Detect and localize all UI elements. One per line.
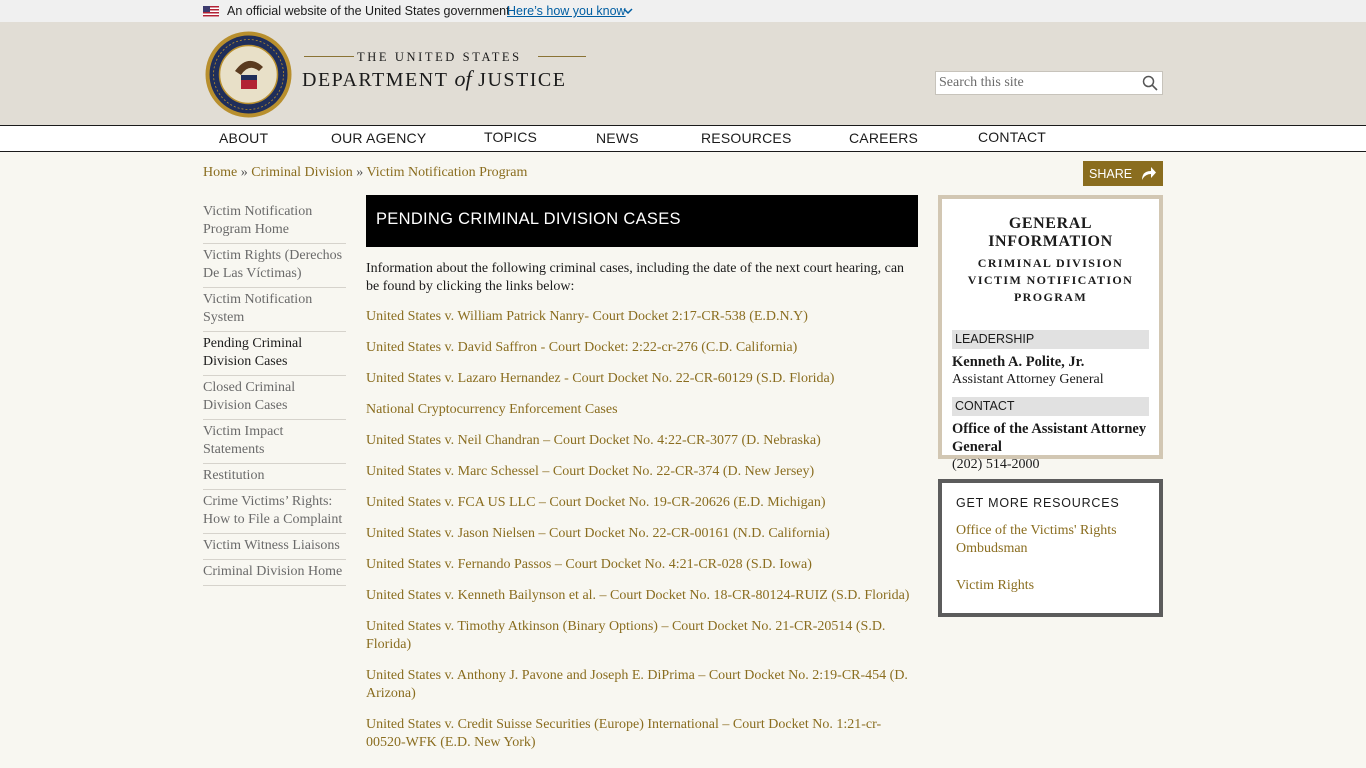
heres-how-you-know-link[interactable]: Here’s how you know: [507, 4, 626, 18]
nav-contact[interactable]: CONTACT: [978, 129, 1046, 145]
resource-link-ombudsman[interactable]: Office of the Victims' Rights Ombudsman: [956, 522, 1149, 558]
case-list: United States v. William Patrick Nanry- …: [366, 308, 918, 752]
case-link[interactable]: United States v. Marc Schessel – Court D…: [366, 463, 918, 481]
resource-link-victim-rights[interactable]: Victim Rights: [956, 577, 1149, 595]
sidebar-item-restitution[interactable]: Restitution: [203, 464, 346, 490]
leader-role: Assistant Attorney General: [952, 372, 1104, 387]
case-link[interactable]: United States v. FCA US LLC – Court Dock…: [366, 494, 918, 512]
breadcrumb-separator: »: [356, 165, 364, 180]
wordmark-justice: JUSTICE: [471, 69, 567, 91]
leadership-label: LEADERSHIP: [952, 330, 1149, 349]
case-link[interactable]: United States v. Neil Chandran – Court D…: [366, 432, 918, 450]
case-link[interactable]: National Cryptocurrency Enforcement Case…: [366, 401, 918, 419]
doj-seal-logo[interactable]: [205, 31, 292, 118]
case-link[interactable]: United States v. Jason Nielsen – Court D…: [366, 525, 918, 543]
contact-phone: (202) 514-2000: [952, 457, 1040, 472]
breadcrumb-criminal-division[interactable]: Criminal Division: [251, 165, 353, 180]
info-box-subtitle: CRIMINAL DIVISION VICTIM NOTIFICATION PR…: [967, 256, 1134, 304]
info-box-title: GENERAL INFORMATION: [988, 215, 1113, 250]
case-link[interactable]: United States v. Credit Suisse Securitie…: [366, 716, 918, 752]
sidebar-item-victim-notification-program-home[interactable]: Victim Notification Program Home: [203, 200, 346, 244]
nav-careers[interactable]: CAREERS: [849, 130, 918, 146]
breadcrumb: Home » Criminal Division » Victim Notifi…: [203, 165, 527, 181]
case-link[interactable]: United States v. Lazaro Hernandez - Cour…: [366, 370, 918, 388]
contact-label: CONTACT: [952, 397, 1149, 416]
case-link[interactable]: United States v. David Saffron - Court D…: [366, 339, 918, 357]
contact-office-name: Office of the Assistant Attorney General: [952, 421, 1147, 455]
wordmark-rule-right: [538, 56, 586, 57]
case-link[interactable]: United States v. Anthony J. Pavone and J…: [366, 667, 918, 703]
resources-title: GET MORE RESOURCES: [956, 496, 1120, 510]
site-search: [935, 71, 1163, 95]
sidebar-item-pending-cases[interactable]: Pending Criminal Division Cases: [203, 332, 346, 376]
main-nav: ABOUT OUR AGENCY TOPICS NEWS RESOURCES C…: [0, 125, 1366, 152]
sidebar-item-victim-notification-system[interactable]: Victim Notification System: [203, 288, 346, 332]
intro-text: Information about the following criminal…: [366, 261, 905, 294]
wordmark-of: of: [454, 66, 472, 91]
case-link[interactable]: United States v. William Patrick Nanry- …: [366, 308, 918, 326]
leader-name: Kenneth A. Polite, Jr.: [952, 354, 1085, 370]
breadcrumb-separator: »: [240, 165, 248, 180]
sidebar-item-closed-cases[interactable]: Closed Criminal Division Cases: [203, 376, 346, 420]
more-resources-box: GET MORE RESOURCES Office of the Victims…: [938, 479, 1163, 617]
sidebar-item-criminal-division-home[interactable]: Criminal Division Home: [203, 560, 346, 586]
search-icon[interactable]: [1142, 75, 1158, 91]
us-flag-icon: [203, 6, 219, 17]
nav-about[interactable]: ABOUT: [219, 130, 268, 146]
nav-topics[interactable]: TOPICS: [484, 129, 537, 145]
official-site-text: An official website of the United States…: [227, 4, 510, 18]
general-information-box: GENERAL INFORMATION CRIMINAL DIVISION VI…: [938, 195, 1163, 472]
case-link[interactable]: United States v. Kenneth Bailynson et al…: [366, 587, 918, 605]
case-link[interactable]: United States v. Timothy Atkinson (Binar…: [366, 618, 918, 654]
search-input[interactable]: [936, 72, 1136, 94]
sidebar-nav: Victim Notification Program Home Victim …: [203, 200, 346, 586]
nav-news[interactable]: NEWS: [596, 130, 639, 146]
sidebar-item-victim-rights[interactable]: Victim Rights (Derechos De Las Víctimas): [203, 244, 346, 288]
wordmark-united-states: THE UNITED STATES: [357, 50, 522, 64]
main-content: PENDING CRIMINAL DIVISION CASES Informat…: [366, 195, 918, 765]
wordmark-rule-left: [304, 56, 354, 57]
site-header: THE UNITED STATES DEPARTMENT of JUSTICE: [0, 22, 1366, 125]
share-arrow-icon: [1142, 167, 1156, 180]
sidebar-item-victim-witness-liaisons[interactable]: Victim Witness Liaisons: [203, 534, 346, 560]
page-title: PENDING CRIMINAL DIVISION CASES: [366, 195, 918, 247]
wordmark-department: DEPARTMENT: [302, 69, 455, 91]
chevron-down-icon[interactable]: [623, 6, 633, 16]
case-link[interactable]: United States v. Fernando Passos – Court…: [366, 556, 918, 574]
nav-resources[interactable]: RESOURCES: [701, 130, 791, 146]
breadcrumb-victim-notification-program[interactable]: Victim Notification Program: [366, 165, 527, 180]
share-button[interactable]: SHARE: [1083, 161, 1163, 186]
sidebar-item-victim-impact-statements[interactable]: Victim Impact Statements: [203, 420, 346, 464]
breadcrumb-home[interactable]: Home: [203, 165, 237, 180]
gov-banner: An official website of the United States…: [0, 0, 1366, 22]
wordmark-department-of-justice[interactable]: DEPARTMENT of JUSTICE: [302, 66, 566, 92]
nav-our-agency[interactable]: OUR AGENCY: [331, 130, 426, 146]
share-label: SHARE: [1089, 167, 1133, 181]
sidebar-item-file-complaint[interactable]: Crime Victims’ Rights: How to File a Com…: [203, 490, 346, 534]
